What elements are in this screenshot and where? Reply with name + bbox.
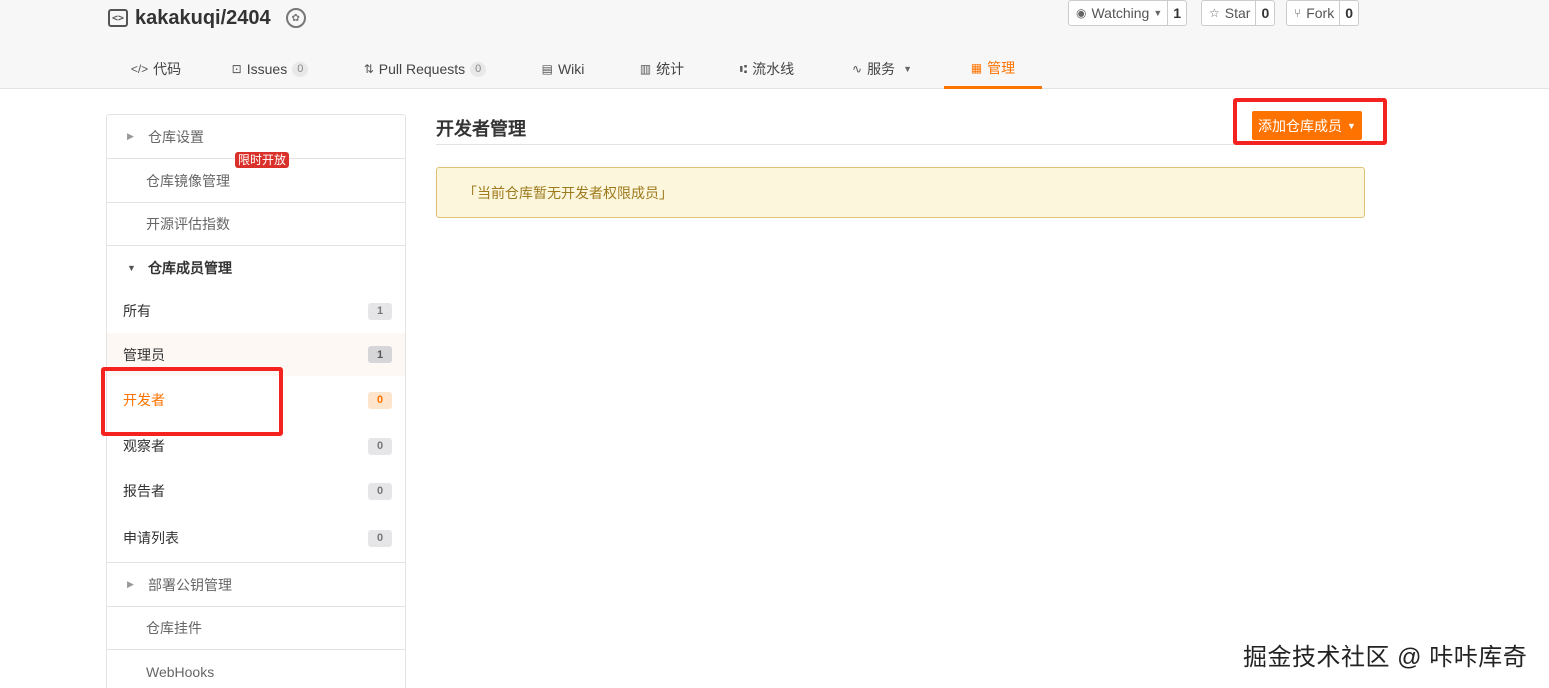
- count-badge: 1: [368, 302, 392, 320]
- sidebar-item-oss-index[interactable]: 开源评估指数: [107, 203, 405, 246]
- sidebar-item-label: 部署公钥管理: [148, 576, 232, 593]
- sidebar-item-plugins[interactable]: 仓库挂件: [107, 607, 405, 650]
- star-button-group: ☆ Star 0: [1201, 0, 1276, 26]
- repo-name[interactable]: kakakuqi/2404: [135, 7, 271, 30]
- member-filter-label: 观察者: [123, 438, 165, 454]
- sidebar-item-members[interactable]: ▼ 仓库成员管理: [107, 246, 405, 290]
- tab-services[interactable]: ∿ 服务 ▼: [840, 49, 924, 89]
- stats-icon: ▥: [639, 62, 652, 76]
- watch-button[interactable]: ◉ Watching ▼: [1069, 1, 1169, 25]
- empty-notice: 「当前仓库暂无开发者权限成员」: [436, 167, 1365, 218]
- tab-stats[interactable]: ▥ 统计: [628, 49, 696, 89]
- tab-label: Issues: [246, 61, 288, 77]
- star-button[interactable]: ☆ Star: [1202, 1, 1257, 25]
- tab-count: 0: [292, 61, 309, 77]
- service-icon: ∿: [852, 62, 863, 76]
- tab-count: 0: [470, 61, 487, 77]
- recommend-badge-icon[interactable]: ✿: [285, 8, 306, 28]
- repo-tabs: </> 代码 ⊡ Issues 0 ⇅ Pull Requests 0 ▤ Wi…: [0, 49, 1549, 89]
- eye-icon: ◉: [1076, 6, 1087, 20]
- fork-icon: ⑂: [1294, 6, 1302, 20]
- watch-count[interactable]: 1: [1168, 1, 1186, 25]
- fork-count[interactable]: 0: [1340, 1, 1358, 25]
- highlight-box-add-button: [1233, 98, 1387, 145]
- empty-notice-text: 「当前仓库暂无开发者权限成员」: [463, 184, 673, 201]
- member-filter-label: 申请列表: [123, 530, 179, 546]
- tab-label: 统计: [656, 61, 685, 77]
- watch-button-group: ◉ Watching ▼ 1: [1068, 0, 1188, 26]
- star-label: Star: [1224, 5, 1251, 21]
- member-filter-label: 所有: [123, 303, 151, 319]
- repo-title: <> kakakuqi/2404 ✿: [108, 5, 306, 31]
- code-icon: </>: [130, 62, 149, 76]
- page-title: 开发者管理: [436, 119, 526, 139]
- tab-label: Pull Requests: [378, 61, 466, 77]
- sidebar-item-label: 仓库成员管理: [148, 260, 232, 276]
- chevron-down-icon: ▼: [903, 64, 912, 74]
- tab-label: 服务: [867, 61, 896, 77]
- repo-header: <> kakakuqi/2404 ✿ ◉ Watching ▼ 1 ☆ Star…: [0, 0, 1549, 89]
- sidebar-item-mirror[interactable]: 仓库镜像管理 限时开放: [107, 152, 405, 203]
- tab-pull-requests[interactable]: ⇅ Pull Requests 0: [352, 49, 498, 89]
- chevron-down-icon: ▼: [1153, 8, 1163, 18]
- count-badge: 0: [368, 529, 392, 547]
- sidebar-item-deploy-keys[interactable]: ▶ 部署公钥管理: [107, 563, 405, 607]
- tab-label: Wiki: [557, 61, 585, 77]
- sidebar-item-label: 仓库挂件: [146, 620, 202, 636]
- code-repo-icon: <>: [108, 9, 128, 27]
- member-filter-reporter[interactable]: 报告者 0: [107, 469, 405, 513]
- sidebar-item-label: 仓库设置: [148, 128, 204, 145]
- tab-label: 管理: [987, 59, 1016, 76]
- tab-pipeline[interactable]: ⑆ 流水线: [727, 49, 807, 89]
- watch-label: Watching: [1091, 5, 1150, 21]
- count-badge: 0: [368, 437, 392, 455]
- star-count[interactable]: 0: [1256, 1, 1274, 25]
- limited-time-badge: 限时开放: [235, 152, 290, 168]
- star-icon: ☆: [1209, 6, 1220, 20]
- tab-label: 流水线: [752, 61, 795, 77]
- fork-button[interactable]: ⑂ Fork: [1287, 1, 1341, 25]
- watermark: 掘金技术社区 @ 咔咔库奇: [1243, 644, 1528, 671]
- issues-icon: ⊡: [231, 62, 242, 76]
- sidebar-item-label: 开源评估指数: [146, 216, 230, 232]
- sidebar-item-label: WebHooks: [146, 663, 215, 680]
- member-filter-label: 管理员: [123, 346, 165, 363]
- pipeline-icon: ⑆: [739, 62, 748, 76]
- member-filter-all[interactable]: 所有 1: [107, 290, 405, 332]
- count-badge: 1: [368, 346, 392, 363]
- count-badge: 0: [368, 482, 392, 500]
- caret-right-icon: ▶: [127, 131, 134, 141]
- tab-code[interactable]: </> 代码: [120, 49, 192, 89]
- caret-right-icon: ▶: [127, 579, 134, 589]
- count-badge: 0: [368, 391, 392, 409]
- sidebar-item-webhooks[interactable]: WebHooks: [107, 650, 405, 688]
- fork-button-group: ⑂ Fork 0: [1286, 0, 1359, 26]
- member-filter-requests[interactable]: 申请列表 0: [107, 514, 405, 563]
- tab-wiki[interactable]: ▤ Wiki: [530, 49, 596, 89]
- fork-label: Fork: [1306, 5, 1335, 21]
- pull-request-icon: ⇅: [363, 62, 374, 76]
- sidebar-item-label: 仓库镜像管理: [146, 172, 230, 189]
- title-divider: [436, 144, 1365, 145]
- tab-manage[interactable]: ▦ 管理: [944, 49, 1042, 89]
- tab-issues[interactable]: ⊡ Issues 0: [220, 49, 320, 89]
- manage-icon: ▦: [970, 60, 983, 75]
- highlight-box-developer: [101, 367, 283, 436]
- caret-down-icon: ▼: [127, 263, 136, 273]
- wiki-icon: ▤: [541, 62, 553, 76]
- member-filter-label: 报告者: [123, 483, 165, 499]
- tab-label: 代码: [153, 61, 182, 77]
